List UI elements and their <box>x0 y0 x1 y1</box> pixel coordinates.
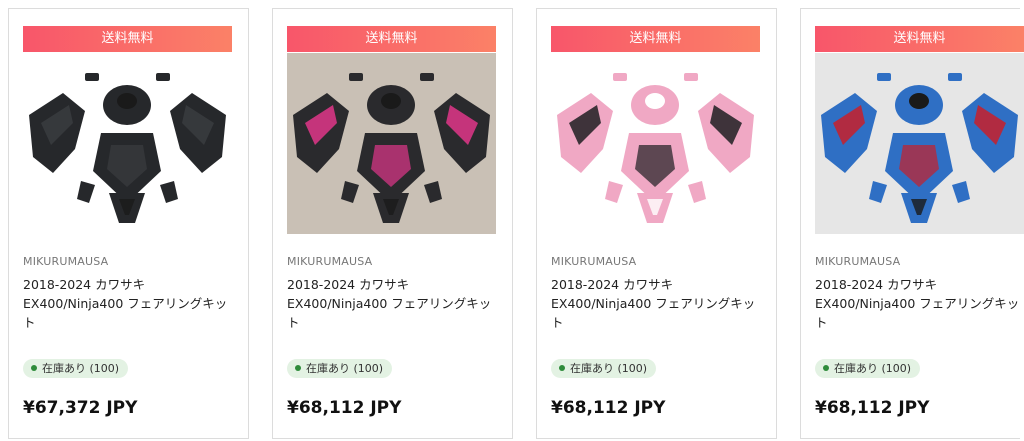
stock-status-label: 在庫あり (100) <box>570 362 648 375</box>
product-vendor: MIKURUMAUSA <box>287 255 373 268</box>
product-price: ¥68,112 JPY <box>551 398 666 418</box>
product-card[interactable]: 送料無料 MIKURUMAUSA 2018-2024 カワサキ EX400/Ni… <box>800 8 1024 439</box>
product-price: ¥68,112 JPY <box>287 398 402 418</box>
product-image[interactable] <box>23 53 232 234</box>
product-card[interactable]: 送料無料 MIKURUMAUSA 2018-2024 カワサキ EX400/Ni… <box>272 8 513 439</box>
product-image[interactable] <box>287 53 496 234</box>
free-shipping-badge: 送料無料 <box>551 26 760 52</box>
free-shipping-badge: 送料無料 <box>287 26 496 52</box>
free-shipping-badge: 送料無料 <box>23 26 232 52</box>
in-stock-dot-icon <box>295 365 301 371</box>
product-title[interactable]: 2018-2024 カワサキ EX400/Ninja400 フェアリングキット <box>23 275 235 332</box>
product-price: ¥67,372 JPY <box>23 398 138 418</box>
fairing-kit-image <box>287 53 496 234</box>
product-card[interactable]: 送料無料 MIKURUMAUSA 2018-2024 カワサキ EX400/Ni… <box>536 8 777 439</box>
product-vendor: MIKURUMAUSA <box>23 255 109 268</box>
fairing-kit-image <box>23 53 232 234</box>
in-stock-dot-icon <box>823 365 829 371</box>
product-price: ¥68,112 JPY <box>815 398 930 418</box>
in-stock-dot-icon <box>31 365 37 371</box>
product-title[interactable]: 2018-2024 カワサキ EX400/Ninja400 フェアリングキット <box>815 275 1024 332</box>
in-stock-dot-icon <box>559 365 565 371</box>
stock-status-badge: 在庫あり (100) <box>815 359 921 378</box>
stock-status-label: 在庫あり (100) <box>834 362 912 375</box>
product-card[interactable]: 送料無料 MIKURUMAUSA 2018-2024 カワサキ EX400/Ni… <box>8 8 249 439</box>
stock-status-badge: 在庫あり (100) <box>287 359 393 378</box>
stock-status-label: 在庫あり (100) <box>306 362 384 375</box>
product-title[interactable]: 2018-2024 カワサキ EX400/Ninja400 フェアリングキット <box>551 275 763 332</box>
stock-status-badge: 在庫あり (100) <box>551 359 657 378</box>
stock-status-badge: 在庫あり (100) <box>23 359 129 378</box>
product-vendor: MIKURUMAUSA <box>815 255 901 268</box>
free-shipping-badge: 送料無料 <box>815 26 1024 52</box>
fairing-kit-image <box>551 53 760 234</box>
product-image[interactable] <box>815 53 1024 234</box>
stock-status-label: 在庫あり (100) <box>42 362 120 375</box>
fairing-kit-image <box>815 53 1024 234</box>
product-image[interactable] <box>551 53 760 234</box>
product-vendor: MIKURUMAUSA <box>551 255 637 268</box>
product-title[interactable]: 2018-2024 カワサキ EX400/Ninja400 フェアリングキット <box>287 275 499 332</box>
